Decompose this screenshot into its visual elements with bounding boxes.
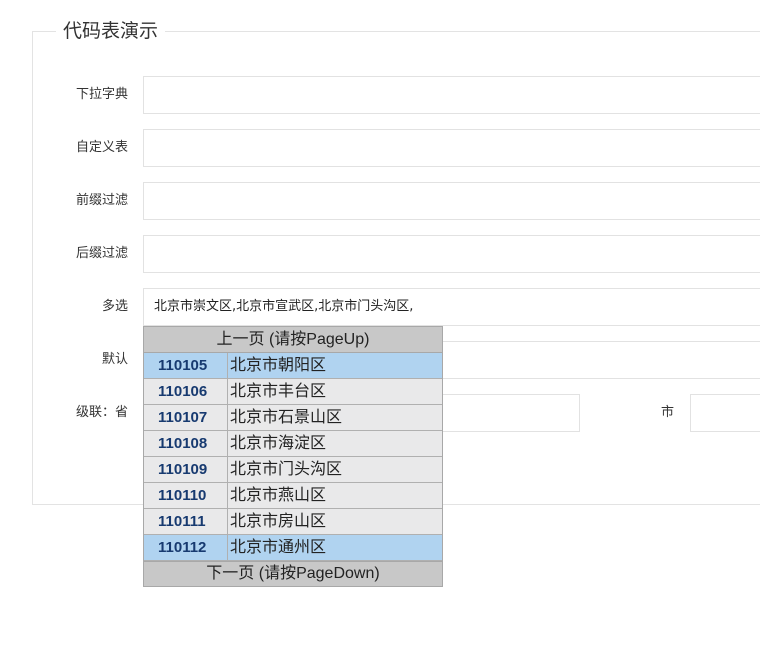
province-label: 级联：省 — [75, 405, 128, 420]
multi-select-input[interactable]: 北京市崇文区,北京市宣武区,北京市门头沟区, — [143, 288, 760, 326]
dropdown-item[interactable]: 110106 北京市丰台区 — [144, 379, 442, 405]
multi-select-label: 多选 — [101, 299, 128, 314]
dropdown-item[interactable]: 110111 北京市房山区 — [144, 509, 442, 535]
dropdown-item[interactable]: 110110 北京市燕山区 — [144, 483, 442, 509]
item-name: 北京市燕山区 — [230, 487, 327, 504]
item-name: 北京市丰台区 — [230, 383, 327, 400]
suffix-filter-label: 后缀过滤 — [75, 246, 128, 261]
item-code: 110107 — [144, 405, 228, 430]
dropdown-item[interactable]: 110112 北京市通州区 — [144, 535, 442, 561]
item-name: 北京市海淀区 — [230, 435, 327, 452]
custom-table-label: 自定义表 — [75, 140, 128, 155]
item-code: 110109 — [144, 457, 228, 482]
item-name: 北京市通州区 — [230, 539, 327, 556]
item-name: 北京市房山区 — [230, 513, 327, 530]
item-code: 110110 — [144, 483, 228, 508]
custom-table-input[interactable] — [143, 129, 760, 167]
default-label: 默认 — [101, 352, 128, 367]
city-label: 市 — [661, 405, 675, 420]
item-name: 北京市石景山区 — [230, 409, 343, 426]
fieldset-legend: 代码表演示 — [56, 18, 166, 44]
item-code: 110105 — [144, 353, 228, 378]
prefix-filter-label: 前缀过滤 — [75, 193, 128, 208]
item-code: 110111 — [144, 509, 228, 534]
item-name: 北京市门头沟区 — [230, 461, 343, 478]
next-page-button[interactable]: 下一页 (请按PageDown) — [144, 561, 442, 586]
dict-label: 下拉字典 — [75, 87, 128, 102]
prev-page-button[interactable]: 上一页 (请按PageUp) — [144, 327, 442, 353]
item-code: 110108 — [144, 431, 228, 456]
dropdown-item[interactable]: 110105 北京市朝阳区 — [144, 353, 442, 379]
item-name: 北京市朝阳区 — [230, 357, 327, 374]
suffix-filter-input[interactable] — [143, 235, 760, 273]
prefix-filter-input[interactable] — [143, 182, 760, 220]
item-code: 110112 — [144, 535, 228, 560]
code-dropdown: 上一页 (请按PageUp) 110105 北京市朝阳区 110106 北京市丰… — [143, 326, 443, 587]
dict-select-input[interactable] — [143, 76, 760, 114]
dropdown-item[interactable]: 110109 北京市门头沟区 — [144, 457, 442, 483]
item-code: 110106 — [144, 379, 228, 404]
city-input[interactable] — [690, 394, 760, 432]
dropdown-item[interactable]: 110107 北京市石景山区 — [144, 405, 442, 431]
dropdown-item[interactable]: 110108 北京市海淀区 — [144, 431, 442, 457]
